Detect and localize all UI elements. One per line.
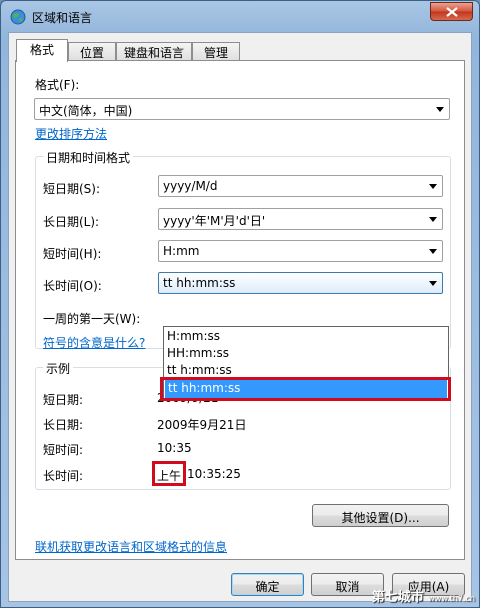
chevron-down-icon (429, 249, 437, 254)
chevron-down-icon (429, 184, 437, 189)
chevron-down-icon (429, 217, 437, 222)
site-watermark: 第七城市 www.th7.cn (372, 586, 475, 605)
change-sort-link[interactable]: 更改排序方法 (35, 125, 107, 142)
example-group-title: 示例 (43, 360, 74, 377)
long-date-select[interactable]: yyyy'年'M'月'd'日' (158, 208, 443, 230)
close-button[interactable] (430, 2, 473, 21)
ok-button[interactable]: 确定 (231, 573, 304, 596)
watermark-text: 第七城市 (371, 590, 424, 605)
short-time-value: H:mm (163, 244, 200, 258)
tab-administrative[interactable]: 管理 (192, 42, 240, 61)
ok-label: 确定 (255, 580, 280, 594)
tab-location[interactable]: 位置 (68, 42, 116, 61)
other-settings-button[interactable]: 其他设置(D)... (312, 504, 449, 527)
chevron-down-icon (429, 281, 437, 286)
example-long-date-label: 长日期: (43, 418, 84, 432)
tab-label: 位置 (79, 46, 104, 60)
online-info-link[interactable]: 联机获取更改语言和区域格式的信息 (35, 538, 227, 555)
watermark-url: www.th7.cn (428, 594, 475, 603)
dialog-client: 格式 位置 键盘和语言 管理 格式(F): 中文(简体，中国) 更改排序方法 日… (8, 32, 472, 602)
tab-label: 键盘和语言 (123, 46, 184, 60)
title-bar[interactable]: 区域和语言 (1, 1, 479, 31)
example-long-time-value: 10:35:25 (187, 467, 241, 481)
dropdown-option[interactable]: H:mm:ss (167, 329, 220, 343)
highlight-box-am-prefix (152, 461, 186, 486)
long-date-label: 长日期(L): (43, 215, 100, 229)
close-icon (446, 7, 458, 17)
format-select[interactable]: 中文(简体，中国) (34, 98, 450, 120)
highlight-box-selected-option (160, 377, 451, 401)
long-time-value: tt hh:mm:ss (163, 276, 236, 290)
long-time-label: 长时间(O): (43, 279, 102, 293)
chevron-down-icon (436, 107, 444, 112)
tab-format[interactable]: 格式 (16, 39, 68, 62)
short-time-select[interactable]: H:mm (158, 240, 443, 262)
symbols-meaning-link[interactable]: 符号的含意是什么? (43, 334, 145, 351)
region-language-window: 区域和语言 格式 位置 键盘和语言 管理 格式(F): 中文(简体，中国) 更改… (0, 0, 480, 608)
example-short-time-label: 短时间: (43, 443, 84, 457)
example-long-time-label: 长时间: (43, 469, 84, 483)
other-settings-label: 其他设置(D)... (341, 511, 420, 525)
short-date-value: yyyy/M/d (163, 179, 218, 193)
example-short-time-value: 10:35 (157, 441, 192, 455)
example-short-date-label: 短日期: (43, 393, 84, 407)
format-value: 中文(简体，中国) (39, 104, 133, 118)
short-date-label: 短日期(S): (43, 182, 101, 196)
format-tab-panel: 格式(F): 中文(简体，中国) 更改排序方法 日期和时间格式 短日期(S): … (15, 60, 465, 560)
dropdown-option[interactable]: HH:mm:ss (167, 346, 229, 360)
format-label: 格式(F): (35, 78, 80, 92)
short-date-select[interactable]: yyyy/M/d (158, 175, 443, 197)
first-day-label: 一周的第一天(W): (43, 312, 141, 326)
tab-keyboard-language[interactable]: 键盘和语言 (116, 42, 192, 61)
long-time-select[interactable]: tt hh:mm:ss (158, 272, 443, 294)
long-date-value: yyyy'年'M'月'd'日' (163, 214, 266, 228)
datetime-group-title: 日期和时间格式 (43, 149, 134, 166)
globe-icon (10, 9, 26, 25)
cancel-label: 取消 (335, 580, 360, 594)
window-title: 区域和语言 (32, 11, 93, 25)
dropdown-option[interactable]: tt h:mm:ss (167, 363, 232, 377)
short-time-label: 短时间(H): (43, 247, 102, 261)
example-long-date-value: 2009年9月21日 (157, 418, 247, 432)
tab-label: 管理 (203, 46, 228, 60)
tab-label: 格式 (29, 43, 54, 57)
